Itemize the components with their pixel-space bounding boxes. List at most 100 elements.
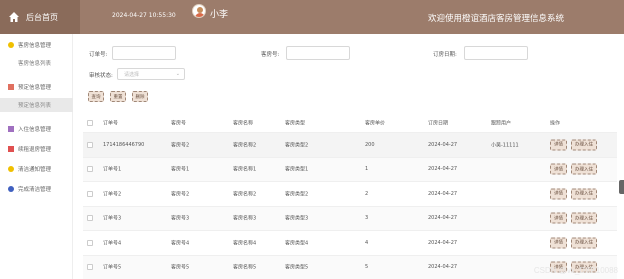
sidebar-item-room-list[interactable]: 客房信息列表	[0, 56, 73, 70]
circle-icon	[8, 42, 14, 48]
sidebar-item-label: 客房信息管理	[18, 43, 52, 49]
sidebar-item-label: 预定信息列表	[18, 103, 52, 109]
row-checkbox[interactable]	[87, 264, 93, 271]
datetime-text: 2024-04-27 10:55:30	[112, 12, 176, 19]
table-header-row: 订单号 客房号 客房名称 客房类型 客房单价 订房日期 跟踪用户 操作	[83, 113, 617, 133]
header-order-date: 订房日期	[428, 120, 449, 126]
cell-room-price: 3	[365, 215, 369, 222]
collapse-handle[interactable]	[619, 180, 624, 194]
header-room-name: 客房名称	[233, 120, 254, 126]
checkin-button[interactable]: 办理入住	[571, 237, 597, 249]
cell-room-no: 客房号3	[171, 215, 190, 222]
cell-order-date: 2024-04-27	[428, 141, 458, 148]
sidebar-item-label: 入住信息管理	[18, 127, 52, 133]
cell-room-no: 客房号2	[171, 191, 190, 198]
room-no-input[interactable]	[286, 46, 350, 60]
cell-order-date: 2024-04-27	[428, 264, 458, 271]
table-row[interactable]: 订单号3 客房号3 客房名称3 客房类型3 3 2024-04-27 详情 办理…	[83, 206, 617, 231]
cell-room-name: 客房名称5	[233, 264, 257, 271]
header-room-no: 客房号	[171, 120, 187, 126]
cell-order-date: 2024-04-27	[428, 166, 458, 173]
cell-room-type: 客房类型2	[285, 142, 309, 149]
cell-room-type: 客房类型2	[285, 191, 309, 198]
delete-button[interactable]: 删除	[132, 91, 148, 102]
table-row[interactable]: 订单号1 客房号1 客房名称1 客房类型1 1 2024-04-27 详情 办理…	[83, 157, 617, 182]
checkin-button[interactable]: 办理入住	[571, 188, 597, 200]
cell-room-no: 客房号5	[171, 264, 190, 271]
checkin-button[interactable]: 办理入住	[571, 212, 597, 224]
detail-button[interactable]: 详情	[550, 188, 567, 200]
header-room-price: 客房单价	[365, 120, 386, 126]
row-checkbox[interactable]	[87, 190, 93, 197]
sidebar-item-renew-checkout[interactable]: 续租退房管理	[0, 142, 73, 156]
username[interactable]: 小李	[210, 7, 228, 20]
cell-room-price: 1	[365, 166, 369, 173]
sidebar-item-label: 完成清洁管理	[18, 187, 52, 193]
cell-order-no: 订单号4	[103, 240, 122, 247]
main-content: 订单号: 客房号: 订房日期: 审核状态: 请选择 ⌄ 查询 重置 删除 订单号…	[73, 34, 624, 279]
sidebar-item-label: 预定信息管理	[18, 85, 52, 91]
cell-room-type: 客房类型4	[285, 240, 309, 247]
detail-button[interactable]: 详情	[550, 212, 567, 224]
cell-room-price: 2	[365, 190, 369, 197]
cell-tracking-user: 小吴-11111	[491, 142, 519, 149]
detail-button[interactable]: 详情	[550, 237, 567, 249]
cell-room-name: 客房名称1	[233, 166, 257, 173]
chevron-down-icon: ⌄	[175, 71, 180, 77]
table-row[interactable]: 订单号4 客房号4 客房名称4 客房类型4 4 2024-04-27 详情 办理…	[83, 231, 617, 256]
cell-order-no: 订单号2	[103, 191, 122, 198]
sidebar-item-checkin[interactable]: 入住信息管理	[0, 122, 73, 136]
home-icon	[9, 12, 19, 22]
table-row[interactable]: 订单号2 客房号2 客房名称2 客房类型2 2 2024-04-27 详情 办理…	[83, 182, 617, 207]
order-date-input[interactable]	[464, 46, 528, 60]
watermark: CSDN @vx_DXP10088	[533, 266, 618, 275]
audit-status-select[interactable]: 请选择 ⌄	[117, 68, 185, 80]
reset-button[interactable]: 重置	[110, 91, 126, 102]
checkin-button[interactable]: 办理入住	[571, 139, 597, 151]
row-checkbox[interactable]	[87, 166, 93, 173]
home-label: 后台首页	[26, 12, 58, 22]
order-no-input[interactable]	[112, 46, 176, 60]
header-tracking-user: 跟踪用户	[491, 120, 512, 126]
header-room-type: 客房类型	[285, 120, 306, 126]
detail-button[interactable]: 详情	[550, 163, 567, 175]
audit-status-label: 审核状态:	[89, 73, 113, 79]
checkin-button[interactable]: 办理入住	[571, 163, 597, 175]
sidebar-item-cleaning-done[interactable]: 完成清洁管理	[0, 182, 73, 196]
order-no-label: 订单号:	[89, 52, 108, 58]
sidebar-item-booking[interactable]: 预定信息管理	[0, 80, 73, 94]
cell-room-name: 客房名称2	[233, 142, 257, 149]
cell-room-name: 客房名称3	[233, 215, 257, 222]
row-checkbox[interactable]	[87, 141, 93, 148]
sidebar-item-label: 客房信息列表	[18, 61, 52, 67]
home-button[interactable]: 后台首页	[0, 0, 80, 34]
cell-room-price: 5	[365, 264, 369, 271]
cell-room-type: 客房类型1	[285, 166, 309, 173]
search-button[interactable]: 查询	[88, 91, 104, 102]
grid-icon	[8, 84, 14, 90]
sidebar-item-booking-list[interactable]: 预定信息列表	[0, 98, 73, 112]
row-checkbox[interactable]	[87, 239, 93, 246]
row-checkbox[interactable]	[87, 215, 93, 222]
cell-order-date: 2024-04-27	[428, 215, 458, 222]
select-all-checkbox[interactable]	[87, 119, 93, 126]
cell-room-type: 客房类型3	[285, 215, 309, 222]
detail-button[interactable]: 详情	[550, 139, 567, 151]
cell-room-no: 客房号2	[171, 142, 190, 149]
sidebar-item-label: 续租退房管理	[18, 147, 52, 153]
cell-room-no: 客房号4	[171, 240, 190, 247]
cell-order-no: 订单号5	[103, 264, 122, 271]
order-date-label: 订房日期:	[433, 52, 457, 58]
header-order-no: 订单号	[103, 120, 119, 126]
sidebar-item-room-info[interactable]: 客房信息管理	[0, 38, 73, 52]
sidebar-item-label: 清洁通知管理	[18, 167, 52, 173]
table-row[interactable]: 1714186446790 客房号2 客房名称2 客房类型2 200 2024-…	[83, 133, 617, 158]
avatar[interactable]	[192, 4, 206, 18]
cell-room-type: 客房类型5	[285, 264, 309, 271]
cell-order-no: 订单号3	[103, 215, 122, 222]
header-actions: 操作	[550, 120, 561, 126]
sidebar-item-cleaning-notice[interactable]: 清洁通知管理	[0, 162, 73, 176]
sidebar: 客房信息管理 客房信息列表 预定信息管理 预定信息列表 入住信息管理 续租退房管…	[0, 34, 73, 279]
cell-room-name: 客房名称4	[233, 240, 257, 247]
cell-order-date: 2024-04-27	[428, 239, 458, 246]
